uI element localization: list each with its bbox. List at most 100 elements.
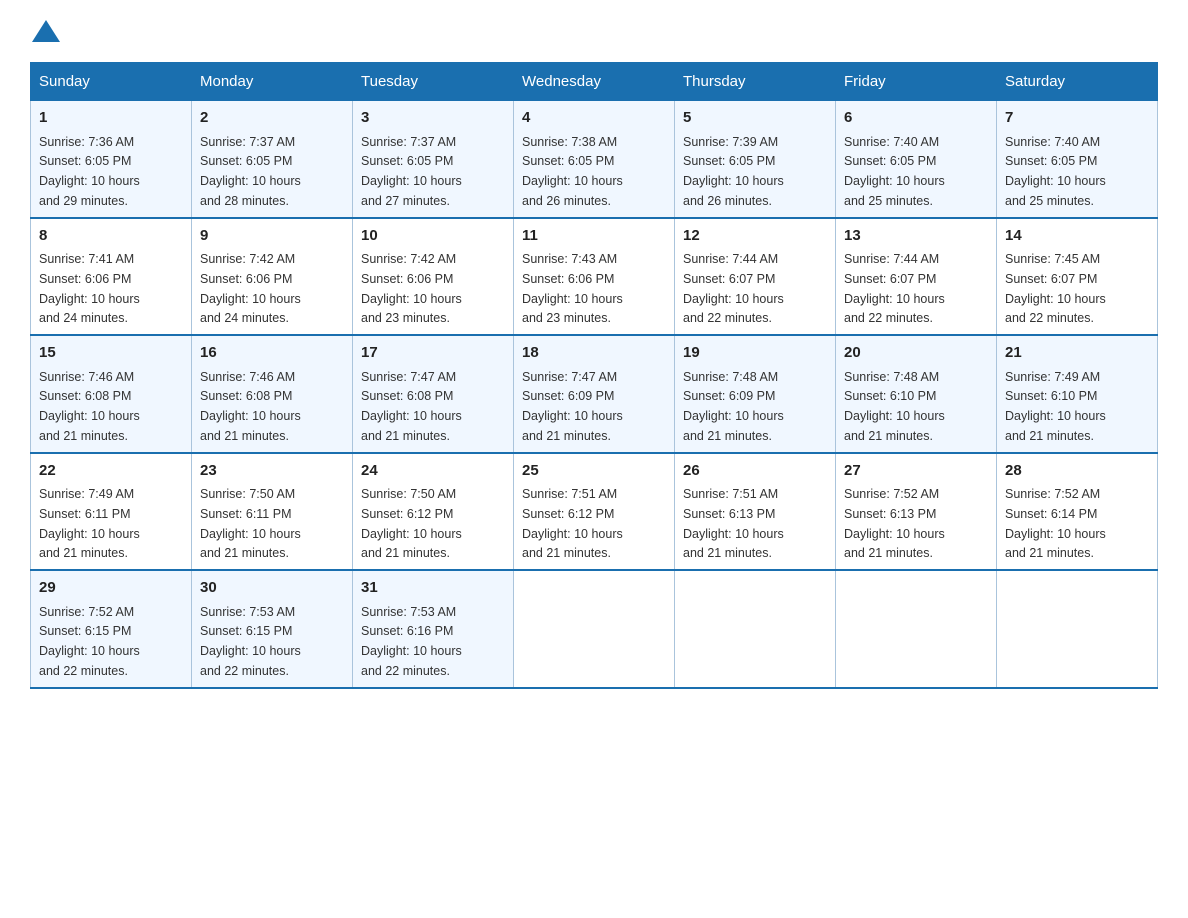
- calendar-cell: 30 Sunrise: 7:53 AMSunset: 6:15 PMDaylig…: [192, 570, 353, 688]
- day-number: 8: [39, 225, 183, 248]
- day-info: Sunrise: 7:37 AMSunset: 6:05 PMDaylight:…: [200, 135, 301, 208]
- day-info: Sunrise: 7:40 AMSunset: 6:05 PMDaylight:…: [1005, 135, 1106, 208]
- day-info: Sunrise: 7:48 AMSunset: 6:09 PMDaylight:…: [683, 370, 784, 443]
- col-header-tuesday: Tuesday: [353, 63, 514, 101]
- calendar-cell: 17 Sunrise: 7:47 AMSunset: 6:08 PMDaylig…: [353, 335, 514, 453]
- day-number: 11: [522, 225, 666, 248]
- day-info: Sunrise: 7:52 AMSunset: 6:15 PMDaylight:…: [39, 605, 140, 678]
- col-header-friday: Friday: [836, 63, 997, 101]
- calendar-cell: 8 Sunrise: 7:41 AMSunset: 6:06 PMDayligh…: [31, 218, 192, 336]
- calendar-cell: 4 Sunrise: 7:38 AMSunset: 6:05 PMDayligh…: [514, 101, 675, 218]
- day-number: 23: [200, 460, 344, 483]
- day-info: Sunrise: 7:49 AMSunset: 6:10 PMDaylight:…: [1005, 370, 1106, 443]
- calendar-cell: 9 Sunrise: 7:42 AMSunset: 6:06 PMDayligh…: [192, 218, 353, 336]
- calendar-cell: 29 Sunrise: 7:52 AMSunset: 6:15 PMDaylig…: [31, 570, 192, 688]
- calendar-cell: 19 Sunrise: 7:48 AMSunset: 6:09 PMDaylig…: [675, 335, 836, 453]
- day-number: 3: [361, 107, 505, 130]
- day-info: Sunrise: 7:52 AMSunset: 6:14 PMDaylight:…: [1005, 487, 1106, 560]
- calendar-cell: 11 Sunrise: 7:43 AMSunset: 6:06 PMDaylig…: [514, 218, 675, 336]
- calendar-cell: 22 Sunrise: 7:49 AMSunset: 6:11 PMDaylig…: [31, 453, 192, 571]
- calendar-cell: [836, 570, 997, 688]
- page-header: [30, 20, 1158, 44]
- day-number: 16: [200, 342, 344, 365]
- calendar-cell: 18 Sunrise: 7:47 AMSunset: 6:09 PMDaylig…: [514, 335, 675, 453]
- day-number: 18: [522, 342, 666, 365]
- calendar-cell: 23 Sunrise: 7:50 AMSunset: 6:11 PMDaylig…: [192, 453, 353, 571]
- calendar-cell: 26 Sunrise: 7:51 AMSunset: 6:13 PMDaylig…: [675, 453, 836, 571]
- day-number: 25: [522, 460, 666, 483]
- day-info: Sunrise: 7:38 AMSunset: 6:05 PMDaylight:…: [522, 135, 623, 208]
- col-header-wednesday: Wednesday: [514, 63, 675, 101]
- day-number: 14: [1005, 225, 1149, 248]
- calendar-week-row: 8 Sunrise: 7:41 AMSunset: 6:06 PMDayligh…: [31, 218, 1158, 336]
- day-number: 17: [361, 342, 505, 365]
- calendar-cell: [675, 570, 836, 688]
- day-info: Sunrise: 7:39 AMSunset: 6:05 PMDaylight:…: [683, 135, 784, 208]
- day-number: 28: [1005, 460, 1149, 483]
- logo-triangle-icon: [32, 20, 60, 42]
- calendar-cell: 6 Sunrise: 7:40 AMSunset: 6:05 PMDayligh…: [836, 101, 997, 218]
- calendar-cell: 25 Sunrise: 7:51 AMSunset: 6:12 PMDaylig…: [514, 453, 675, 571]
- calendar-cell: 20 Sunrise: 7:48 AMSunset: 6:10 PMDaylig…: [836, 335, 997, 453]
- calendar-cell: 12 Sunrise: 7:44 AMSunset: 6:07 PMDaylig…: [675, 218, 836, 336]
- day-info: Sunrise: 7:45 AMSunset: 6:07 PMDaylight:…: [1005, 252, 1106, 325]
- day-number: 1: [39, 107, 183, 130]
- calendar-cell: 2 Sunrise: 7:37 AMSunset: 6:05 PMDayligh…: [192, 101, 353, 218]
- day-info: Sunrise: 7:46 AMSunset: 6:08 PMDaylight:…: [200, 370, 301, 443]
- calendar-table: SundayMondayTuesdayWednesdayThursdayFrid…: [30, 62, 1158, 689]
- day-info: Sunrise: 7:53 AMSunset: 6:16 PMDaylight:…: [361, 605, 462, 678]
- day-info: Sunrise: 7:42 AMSunset: 6:06 PMDaylight:…: [200, 252, 301, 325]
- calendar-cell: [997, 570, 1158, 688]
- calendar-cell: 21 Sunrise: 7:49 AMSunset: 6:10 PMDaylig…: [997, 335, 1158, 453]
- calendar-cell: 27 Sunrise: 7:52 AMSunset: 6:13 PMDaylig…: [836, 453, 997, 571]
- day-number: 5: [683, 107, 827, 130]
- day-info: Sunrise: 7:44 AMSunset: 6:07 PMDaylight:…: [844, 252, 945, 325]
- day-info: Sunrise: 7:44 AMSunset: 6:07 PMDaylight:…: [683, 252, 784, 325]
- calendar-cell: 15 Sunrise: 7:46 AMSunset: 6:08 PMDaylig…: [31, 335, 192, 453]
- calendar-cell: 1 Sunrise: 7:36 AMSunset: 6:05 PMDayligh…: [31, 101, 192, 218]
- col-header-thursday: Thursday: [675, 63, 836, 101]
- day-number: 29: [39, 577, 183, 600]
- day-info: Sunrise: 7:47 AMSunset: 6:08 PMDaylight:…: [361, 370, 462, 443]
- day-number: 10: [361, 225, 505, 248]
- calendar-week-row: 1 Sunrise: 7:36 AMSunset: 6:05 PMDayligh…: [31, 101, 1158, 218]
- day-number: 2: [200, 107, 344, 130]
- calendar-cell: 24 Sunrise: 7:50 AMSunset: 6:12 PMDaylig…: [353, 453, 514, 571]
- day-info: Sunrise: 7:49 AMSunset: 6:11 PMDaylight:…: [39, 487, 140, 560]
- calendar-cell: 28 Sunrise: 7:52 AMSunset: 6:14 PMDaylig…: [997, 453, 1158, 571]
- day-info: Sunrise: 7:53 AMSunset: 6:15 PMDaylight:…: [200, 605, 301, 678]
- calendar-cell: 3 Sunrise: 7:37 AMSunset: 6:05 PMDayligh…: [353, 101, 514, 218]
- calendar-cell: 10 Sunrise: 7:42 AMSunset: 6:06 PMDaylig…: [353, 218, 514, 336]
- col-header-sunday: Sunday: [31, 63, 192, 101]
- col-header-saturday: Saturday: [997, 63, 1158, 101]
- day-number: 9: [200, 225, 344, 248]
- calendar-cell: 14 Sunrise: 7:45 AMSunset: 6:07 PMDaylig…: [997, 218, 1158, 336]
- day-info: Sunrise: 7:46 AMSunset: 6:08 PMDaylight:…: [39, 370, 140, 443]
- calendar-week-row: 22 Sunrise: 7:49 AMSunset: 6:11 PMDaylig…: [31, 453, 1158, 571]
- calendar-week-row: 29 Sunrise: 7:52 AMSunset: 6:15 PMDaylig…: [31, 570, 1158, 688]
- day-info: Sunrise: 7:36 AMSunset: 6:05 PMDaylight:…: [39, 135, 140, 208]
- day-number: 30: [200, 577, 344, 600]
- day-info: Sunrise: 7:40 AMSunset: 6:05 PMDaylight:…: [844, 135, 945, 208]
- calendar-cell: [514, 570, 675, 688]
- calendar-cell: 7 Sunrise: 7:40 AMSunset: 6:05 PMDayligh…: [997, 101, 1158, 218]
- calendar-cell: 13 Sunrise: 7:44 AMSunset: 6:07 PMDaylig…: [836, 218, 997, 336]
- calendar-cell: 31 Sunrise: 7:53 AMSunset: 6:16 PMDaylig…: [353, 570, 514, 688]
- day-number: 26: [683, 460, 827, 483]
- day-number: 19: [683, 342, 827, 365]
- day-info: Sunrise: 7:48 AMSunset: 6:10 PMDaylight:…: [844, 370, 945, 443]
- day-info: Sunrise: 7:50 AMSunset: 6:12 PMDaylight:…: [361, 487, 462, 560]
- day-number: 22: [39, 460, 183, 483]
- day-info: Sunrise: 7:47 AMSunset: 6:09 PMDaylight:…: [522, 370, 623, 443]
- day-number: 7: [1005, 107, 1149, 130]
- logo: [30, 20, 60, 44]
- day-info: Sunrise: 7:52 AMSunset: 6:13 PMDaylight:…: [844, 487, 945, 560]
- day-number: 21: [1005, 342, 1149, 365]
- day-number: 31: [361, 577, 505, 600]
- day-number: 15: [39, 342, 183, 365]
- calendar-cell: 5 Sunrise: 7:39 AMSunset: 6:05 PMDayligh…: [675, 101, 836, 218]
- calendar-cell: 16 Sunrise: 7:46 AMSunset: 6:08 PMDaylig…: [192, 335, 353, 453]
- day-info: Sunrise: 7:42 AMSunset: 6:06 PMDaylight:…: [361, 252, 462, 325]
- day-info: Sunrise: 7:51 AMSunset: 6:13 PMDaylight:…: [683, 487, 784, 560]
- day-info: Sunrise: 7:43 AMSunset: 6:06 PMDaylight:…: [522, 252, 623, 325]
